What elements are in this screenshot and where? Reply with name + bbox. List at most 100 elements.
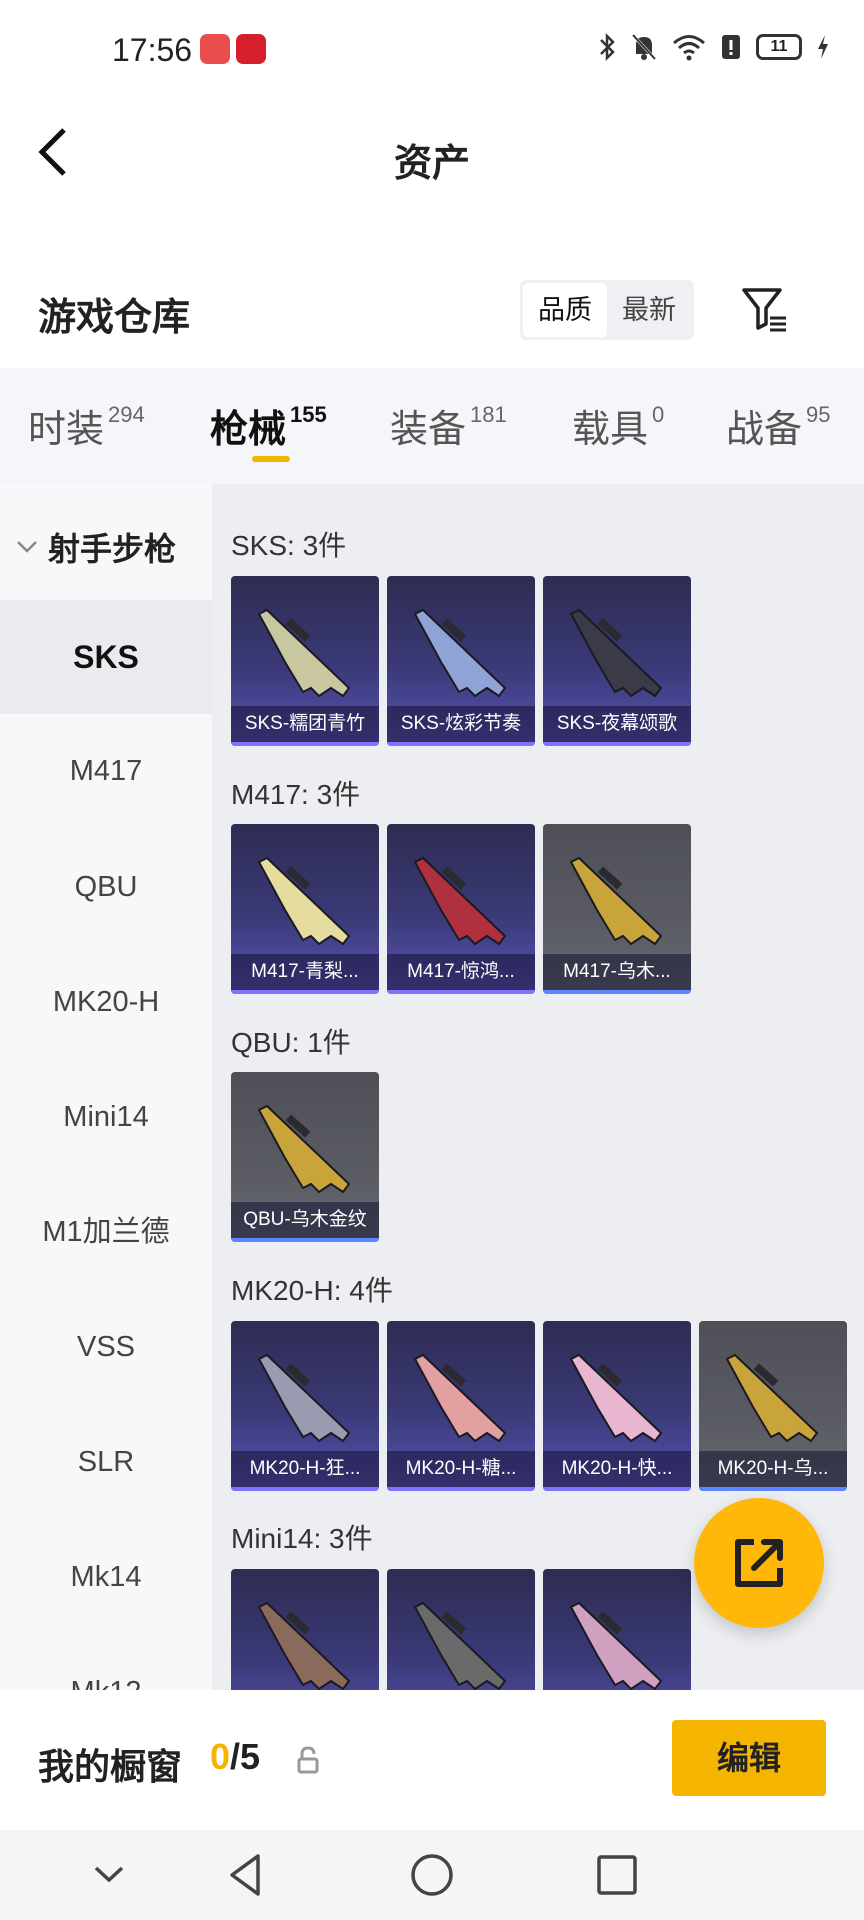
- sort-newest-option[interactable]: 最新: [607, 283, 691, 337]
- tab-label: 载具: [572, 409, 649, 451]
- sidebar-item-slr[interactable]: SLR: [0, 1405, 212, 1519]
- rarity-bar: [231, 742, 379, 746]
- battery-indicator: 11: [756, 34, 802, 60]
- weapon-skin-name: SKS-炫彩节奏: [387, 706, 535, 742]
- weapon-skin-card[interactable]: [231, 1569, 379, 1690]
- showcase-bar: 我的橱窗 0/5 编辑: [0, 1690, 864, 1830]
- tab-battle-gear[interactable]: 战备 95: [726, 398, 831, 453]
- rifle-icon: [569, 856, 663, 946]
- triangle-back-icon: [230, 1854, 260, 1896]
- sidebar-item-mk14[interactable]: Mk14: [0, 1520, 212, 1634]
- weapon-skin-name: MK20-H-快...: [543, 1451, 691, 1487]
- sidebar-item-mini14[interactable]: Mini14: [0, 1060, 212, 1174]
- weapon-group-title: Mini14: 3件: [231, 1523, 373, 1554]
- weapon-skin-name: SKS-糯团青竹: [231, 706, 379, 742]
- sort-toggle: 品质 最新: [520, 280, 694, 340]
- rifle-icon: [257, 856, 351, 946]
- wifi-icon: [673, 35, 705, 61]
- rifle-icon: [413, 1601, 507, 1690]
- rifle-icon: [569, 1353, 663, 1443]
- weapon-skin-card[interactable]: MK20-H-乌...: [699, 1321, 847, 1491]
- rarity-bar: [699, 1487, 847, 1491]
- tab-label: 装备: [390, 409, 467, 451]
- showcase-total: /5: [230, 1736, 261, 1777]
- status-bar: 17:56 11: [0, 0, 864, 100]
- weapon-skin-card[interactable]: M417-惊鸿...: [387, 824, 535, 994]
- weapon-group-title: QBU: 1件: [231, 1027, 351, 1058]
- sidebar-item-mk20h[interactable]: MK20-H: [0, 945, 212, 1059]
- weapon-skin-name: M417-乌木...: [543, 954, 691, 990]
- tab-count: 95: [806, 402, 831, 427]
- tab-label: 时装: [28, 409, 105, 451]
- weapon-skin-card[interactable]: M417-乌木...: [543, 824, 691, 994]
- rifle-icon: [413, 608, 507, 698]
- rifle-icon: [257, 1353, 351, 1443]
- rarity-bar: [387, 990, 535, 994]
- tab-count: 155: [290, 402, 327, 427]
- nav-home-button[interactable]: [405, 1848, 459, 1902]
- weapon-skin-name: M417-青梨...: [231, 954, 379, 990]
- rifle-icon: [257, 608, 351, 698]
- weapon-skin-name: MK20-H-乌...: [699, 1451, 847, 1487]
- sidebar-item-m417[interactable]: M417: [0, 714, 212, 828]
- alert-icon: [722, 35, 740, 59]
- showcase-label: 我的橱窗: [38, 1746, 183, 1787]
- rarity-bar: [231, 1238, 379, 1242]
- circle-home-icon: [411, 1854, 453, 1896]
- tab-count: 0: [652, 402, 665, 427]
- app-notification-icon: [200, 34, 230, 64]
- weapon-skin-card[interactable]: MK20-H-快...: [543, 1321, 691, 1491]
- tab-outfits[interactable]: 时装 294: [28, 398, 145, 453]
- nav-recents-button[interactable]: [590, 1848, 644, 1902]
- sidebar-group-label: 射手步枪: [48, 531, 177, 567]
- showcase-count: 0/5: [210, 1736, 260, 1778]
- nav-collapse-button[interactable]: [82, 1848, 136, 1902]
- weapon-skin-card[interactable]: [387, 1569, 535, 1690]
- rifle-icon: [725, 1353, 819, 1443]
- sidebar-item-m1-garand[interactable]: M1加兰德: [0, 1175, 212, 1289]
- weapon-skin-card[interactable]: SKS-夜幕颂歌: [543, 576, 691, 746]
- weapon-group-title: MK20-H: 4件: [231, 1275, 393, 1306]
- weapon-skin-card[interactable]: SKS-糯团青竹: [231, 576, 379, 746]
- rifle-icon: [257, 1104, 351, 1194]
- rifle-icon: [569, 608, 663, 698]
- weapon-skin-card[interactable]: MK20-H-糖...: [387, 1321, 535, 1491]
- app-notification-icon: [236, 34, 266, 64]
- weapon-skin-card[interactable]: MK20-H-狂...: [231, 1321, 379, 1491]
- showcase-current: 0: [210, 1736, 231, 1777]
- edit-showcase-button[interactable]: 编辑: [672, 1720, 826, 1796]
- tab-weapons[interactable]: 枪械 155: [210, 398, 327, 453]
- tab-vehicles[interactable]: 载具 0: [572, 398, 664, 453]
- sidebar-item-qbu[interactable]: QBU: [0, 830, 212, 944]
- sidebar-item-mk12[interactable]: Mk12: [0, 1635, 212, 1690]
- rarity-bar: [387, 1487, 535, 1491]
- weapon-skin-card[interactable]: [543, 1569, 691, 1690]
- external-link-icon: [735, 1539, 783, 1587]
- warehouse-title: 游戏仓库: [38, 297, 191, 339]
- system-nav-bar: [0, 1830, 864, 1920]
- rarity-bar: [543, 990, 691, 994]
- share-fab-button[interactable]: [694, 1498, 824, 1628]
- rarity-bar: [231, 990, 379, 994]
- rarity-bar: [543, 742, 691, 746]
- weapon-group-title: SKS: 3件: [231, 530, 347, 561]
- sidebar-group-marksman-rifles[interactable]: 射手步枪: [16, 524, 176, 570]
- sidebar-item-vss[interactable]: VSS: [0, 1290, 212, 1404]
- weapon-skin-card[interactable]: SKS-炫彩节奏: [387, 576, 535, 746]
- weapon-skin-name: MK20-H-狂...: [231, 1451, 379, 1487]
- tab-count: 294: [108, 402, 145, 427]
- square-recents-icon: [597, 1855, 637, 1895]
- status-icons: 11: [598, 32, 830, 62]
- filter-button[interactable]: [740, 284, 790, 334]
- tab-equipment[interactable]: 装备 181: [390, 398, 507, 453]
- tab-label: 战备: [726, 409, 803, 451]
- nav-back-button[interactable]: [220, 1848, 274, 1902]
- chevron-down-icon: [17, 541, 37, 553]
- weapon-skin-card[interactable]: QBU-乌木金纹: [231, 1072, 379, 1242]
- weapon-group-title: M417: 3件: [231, 779, 361, 810]
- weapon-skin-card[interactable]: M417-青梨...: [231, 824, 379, 994]
- weapon-type-sidebar: 射手步枪 SKS M417 QBU MK20-H Mini14 M1加兰德 VS…: [0, 484, 212, 1690]
- sort-quality-option[interactable]: 品质: [523, 283, 607, 337]
- sidebar-item-sks[interactable]: SKS: [0, 600, 212, 714]
- tab-count: 181: [470, 402, 507, 427]
